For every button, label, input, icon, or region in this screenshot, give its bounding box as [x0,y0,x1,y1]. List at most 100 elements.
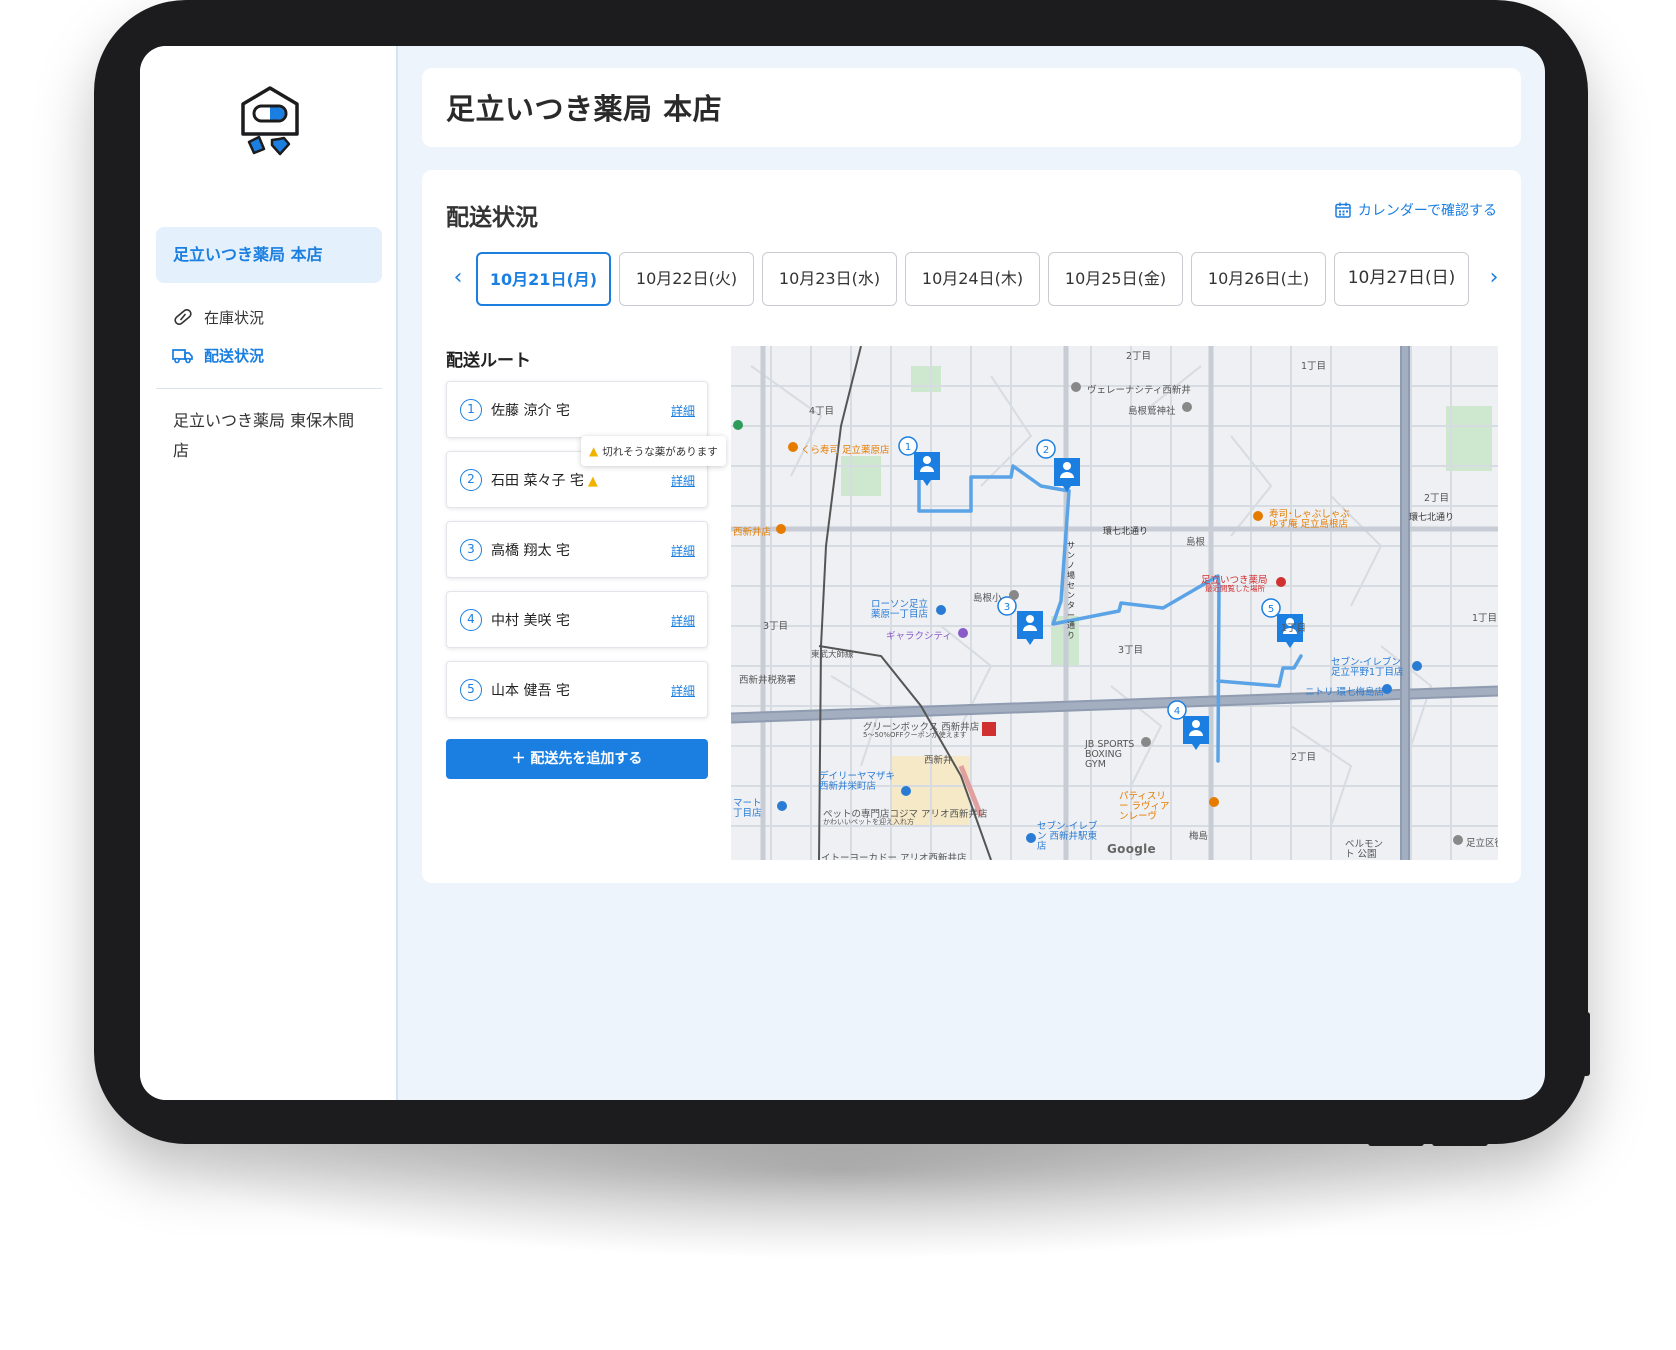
map-label: かわいいペットを迎え入れ方 [823,818,914,826]
map-label: 環七北通り [1409,513,1455,523]
map-label: 3丁目 [763,621,789,632]
sidebar-item-inventory[interactable]: 在庫状況 [172,306,264,328]
map-label: 西新井税務署 [739,675,797,686]
map-label: 4丁目 [809,406,835,417]
warning-icon: ▲ [589,444,599,458]
date-tab[interactable]: 10月23日(水) [762,252,897,306]
stop-name: 佐藤 涼介 宅 [491,403,570,419]
map-label: JB SPORTS BOXING GYM [1085,739,1135,770]
map-label: 西新井 [924,755,953,766]
stop-number: 1 [460,399,482,421]
warning-tooltip-text: 切れそうな薬があります [602,445,718,458]
stop-detail-link[interactable]: 詳細 [671,612,695,629]
svg-text:2: 2 [1043,445,1049,456]
map-label: 寿司･しゃぶしゃぶ ゆず庵 足立島根店 [1269,509,1350,530]
map-label: 1丁目 [1472,613,1498,624]
svg-text:5: 5 [1268,604,1274,615]
map-label: 足立区役 [1466,838,1498,849]
app-screen: 足立いつき薬局 本店 在庫状況 配送状況 足立いつき薬局 東保木間店 足立いつき… [140,46,1545,1100]
date-selector: ‹ 10月21日(月) 10月22日(火) 10月23日(水) 10月24日(木… [446,252,1506,308]
pill-icon [174,308,192,326]
map-label: イトーヨーカドー アリオ西新井店 [821,853,967,860]
svg-text:4: 4 [1174,706,1180,717]
calendar-link-label: カレンダーで確認する [1357,203,1497,219]
map-label: 島根鷲神社 [1128,406,1176,417]
map-label: ニトリ 環七梅島店 [1305,687,1385,698]
svg-text:1: 1 [905,442,911,453]
tablet-bottom-button [1368,1140,1424,1146]
truck-icon [172,349,193,364]
date-tab[interactable]: 10月25日(金) [1048,252,1183,306]
sidebar-item-label: 配送状況 [204,346,265,365]
tablet-side-button [1582,1012,1590,1076]
stop-detail-link[interactable]: 詳細 [671,682,695,699]
stop-name-row: 石田 菜々子 宅 ▲ [491,470,598,490]
page-title: 足立いつき薬局 本店 [446,92,723,126]
stop-name: 高橋 翔太 宅 [491,543,570,559]
map-label: ヴェレーナシティ西新井 [1087,385,1191,396]
calendar-link[interactable]: カレンダーで確認する [1334,200,1497,220]
map-label: 梅島 [1189,831,1209,842]
sidebar-divider [156,388,382,389]
section-title: 配送状況 [446,205,538,231]
date-tab[interactable]: 10月27日(日) [1334,252,1469,306]
stop-detail-link[interactable]: 詳細 [671,472,695,489]
map-label: 島根小 [973,593,1002,604]
route-stop-card[interactable]: 5 山本 健吾 宅 詳細 [446,661,708,718]
map-label: 最近閲覧した場所 [1205,584,1265,593]
stop-name: 石田 菜々子 宅 [491,473,584,489]
svg-text:3: 3 [1004,602,1010,613]
stop-detail-link[interactable]: 詳細 [671,402,695,419]
delivery-card: 配送状況 カレンダーで確認する ‹ 10月21日(月) 10月22日(火) 10… [422,170,1521,883]
warning-tooltip: ▲ 切れそうな薬があります [581,436,726,466]
map-label: サンノ場センター通り [1067,541,1075,640]
map-label: 2丁目 [1291,752,1317,763]
map-label: 5〜50%OFFクーポンが使えます [863,731,967,739]
map-label: ギャラクシティ [886,631,952,642]
map-label: 2丁目 [1126,351,1152,362]
map-label: 西新井店 [733,527,772,538]
warning-icon: ▲ [587,474,598,489]
route-title: 配送ルート [446,351,531,371]
map-label: 2丁目 [1424,493,1450,504]
add-destination-button[interactable]: ＋ 配送先を追加する [446,739,708,779]
tablet-bottom-button [1432,1140,1488,1146]
date-tab[interactable]: 10月21日(月) [476,252,611,306]
map-label: 環七北通り [1103,527,1149,537]
route-stop-card[interactable]: 1 佐藤 涼介 宅 詳細 [446,381,708,438]
map-label: マート 丁目店 [733,798,762,819]
map-label: 3丁目 [1118,645,1144,656]
date-tab[interactable]: 10月22日(火) [619,252,754,306]
sidebar-item-label: 在庫状況 [204,308,265,327]
sidebar-store-higashihokima[interactable]: 足立いつき薬局 東保木間店 [156,406,382,460]
pharmacy-box-logo [241,86,299,156]
date-tab[interactable]: 10月24日(木) [905,252,1040,306]
route-stop-card[interactable]: 3 高橋 翔太 宅 詳細 [446,521,708,578]
sidebar-store-honten[interactable]: 足立いつき薬局 本店 [156,227,382,283]
sidebar-item-delivery[interactable]: 配送状況 [172,344,264,366]
map-label: パティスリー ラヴィアンレーヴ [1119,791,1170,822]
route-map[interactable]: 1 2 3 4 5 2丁目 1丁目 4丁目 ヴェレーナシティ西新井 島根鷲神社 … [731,346,1498,860]
stop-name: 山本 健吾 宅 [491,683,570,699]
stop-number: 4 [460,609,482,631]
map-label: セブン-イレブン 西新井駅東店 [1037,821,1098,852]
map-label: ローソン足立 薬原一丁目店 [871,599,929,620]
google-logo: Google [1107,842,1156,856]
sidebar: 足立いつき薬局 本店 在庫状況 配送状況 足立いつき薬局 東保木間店 [140,46,398,1100]
map-label: 東武大師線 [811,650,854,660]
calendar-icon [1335,202,1351,218]
header-card: 足立いつき薬局 本店 [422,68,1521,147]
chevron-left-icon[interactable]: ‹ [446,266,470,290]
map-label: くら寿司 足立薬原店 [801,445,890,456]
date-tab[interactable]: 10月26日(土) [1191,252,1326,306]
map-label: 1丁目 [1301,361,1327,372]
map-label: セブン-イレブン 足立平野1丁目店 [1331,657,1404,678]
map-label: 1丁目 [1281,623,1307,634]
stop-number: 5 [460,679,482,701]
stop-number: 3 [460,539,482,561]
chevron-right-icon[interactable]: › [1482,266,1506,290]
stop-number: 2 [460,469,482,491]
route-stop-card[interactable]: 4 中村 美咲 宅 詳細 [446,591,708,648]
stop-detail-link[interactable]: 詳細 [671,542,695,559]
map-label: ベルモント 公園 [1345,839,1384,860]
